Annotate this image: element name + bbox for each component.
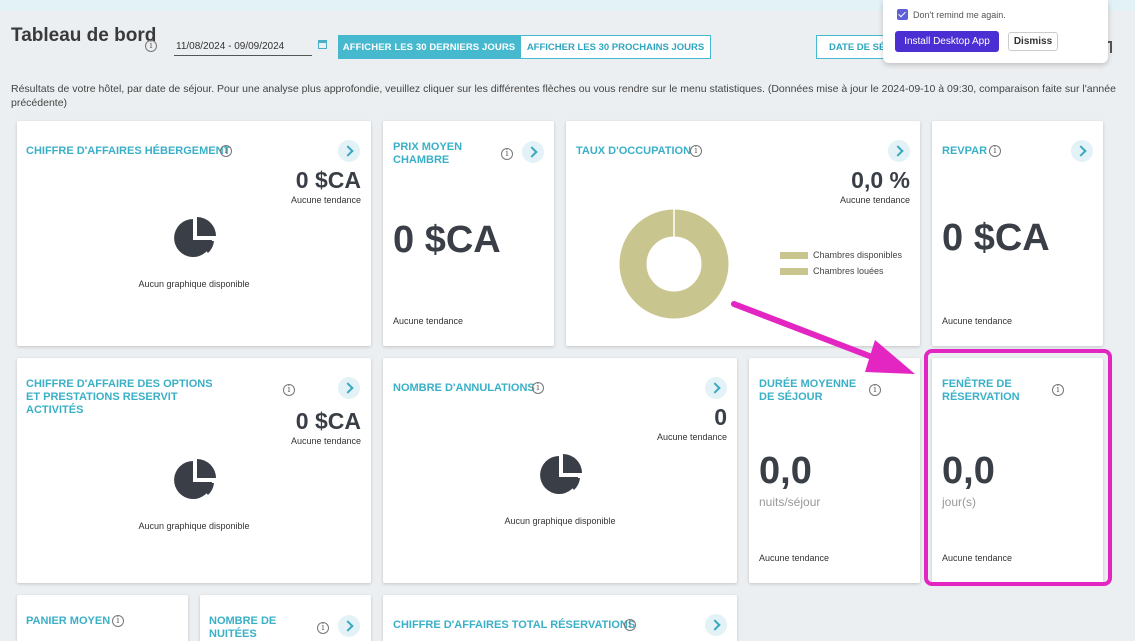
card-title: CHIFFRE D'AFFAIRES TOTAL RÉSERVATIONS xyxy=(393,619,636,631)
card-value: 0 $CA xyxy=(942,217,1050,259)
card-ca-total: CHIFFRE D'AFFAIRES TOTAL RÉSERVATIONS i xyxy=(383,595,737,641)
title-info-icon[interactable]: i xyxy=(145,40,157,52)
card-value: 0 $CA xyxy=(393,219,501,261)
card-title: NOMBRE DE NUITÉES xyxy=(209,615,277,640)
date-type-button[interactable]: DATE DE SÉJOUR xyxy=(816,35,886,59)
page-title: Tableau de bord xyxy=(11,25,157,46)
highlight-box xyxy=(924,349,1112,586)
info-icon[interactable]: i xyxy=(624,619,636,631)
chevron-right-icon[interactable] xyxy=(338,140,360,162)
info-icon[interactable]: i xyxy=(112,615,124,627)
card-value: 0 $CA xyxy=(295,408,361,434)
pie-chart-icon xyxy=(540,454,582,494)
card-ca-options: CHIFFRE D'AFFAIRE DES OPTIONS ET PRESTAT… xyxy=(17,358,371,583)
dashboard-description: Résultats de votre hôtel, par date de sé… xyxy=(11,83,1116,109)
no-chart-text: Aucun graphique disponible xyxy=(138,279,250,289)
date-range-input[interactable] xyxy=(174,37,312,56)
chevron-right-icon[interactable] xyxy=(705,614,727,636)
card-trend: Aucune tendance xyxy=(656,432,727,442)
legend-label: Chambres louées xyxy=(813,266,884,276)
chevron-right-icon[interactable] xyxy=(705,377,727,399)
card-title: PRIX MOYEN CHAMBRE xyxy=(393,141,463,166)
info-icon[interactable]: i xyxy=(220,145,232,157)
info-icon[interactable]: i xyxy=(501,148,513,160)
card-prix-moyen: PRIX MOYEN CHAMBRE i 0 $CA Aucune tendan… xyxy=(383,121,554,346)
card-title: CHIFFRE D'AFFAIRES HÉBERGEMENT xyxy=(26,145,231,157)
card-trend: Aucune tendance xyxy=(290,436,361,446)
dont-remind-checkbox[interactable] xyxy=(897,9,908,20)
legend-swatch xyxy=(780,268,808,275)
card-title: TAUX D'OCCUPATION xyxy=(576,145,692,157)
install-desktop-app-button[interactable]: Install Desktop App xyxy=(895,31,999,52)
pie-chart-icon xyxy=(174,459,216,499)
card-value: 0,0 % xyxy=(851,167,910,193)
dont-remind-label: Don't remind me again. xyxy=(913,10,1006,20)
next-30-days-button[interactable]: AFFICHER LES 30 PROCHAINS JOURS xyxy=(520,35,711,59)
card-nombre-nuitees: NOMBRE DE NUITÉES i xyxy=(200,595,371,641)
legend-swatch xyxy=(780,252,808,259)
card-title: NOMBRE D'ANNULATIONS xyxy=(393,382,535,394)
info-icon[interactable]: i xyxy=(317,622,329,634)
card-duree-sejour: DURÉE MOYENNE DE SÉJOUR i 0,0 nuits/séjo… xyxy=(749,358,920,583)
card-annulations: NOMBRE D'ANNULATIONS i 0 Aucune tendance… xyxy=(383,358,737,583)
info-icon[interactable]: i xyxy=(283,384,295,396)
card-unit: nuits/séjour xyxy=(759,495,821,509)
card-revpar: REVPAR i 0 $CA Aucune tendance xyxy=(932,121,1103,346)
chevron-right-icon[interactable] xyxy=(888,140,910,162)
card-trend: Aucune tendance xyxy=(393,316,464,326)
card-ca-hebergement: CHIFFRE D'AFFAIRES HÉBERGEMENT i 0 $CA A… xyxy=(17,121,371,346)
info-icon[interactable]: i xyxy=(869,384,881,396)
card-trend: Aucune tendance xyxy=(759,553,830,563)
occupancy-donut-chart xyxy=(619,209,729,319)
no-chart-text: Aucun graphique disponible xyxy=(138,521,250,531)
card-title: REVPAR xyxy=(942,145,988,157)
chevron-right-icon[interactable] xyxy=(522,141,544,163)
info-icon[interactable]: i xyxy=(690,145,702,157)
card-value: 0 xyxy=(714,404,727,430)
pie-chart-icon xyxy=(174,217,216,257)
last-30-days-button[interactable]: AFFICHER LES 30 DERNIERS JOURS xyxy=(338,35,520,59)
chevron-right-icon[interactable] xyxy=(1071,140,1093,162)
card-panier-moyen: PANIER MOYEN i xyxy=(17,595,188,641)
no-chart-text: Aucun graphique disponible xyxy=(504,516,616,526)
card-title: DURÉE MOYENNE DE SÉJOUR xyxy=(759,378,857,403)
card-trend: Aucune tendance xyxy=(290,195,361,205)
chevron-right-icon[interactable] xyxy=(338,377,360,399)
card-trend: Aucune tendance xyxy=(942,316,1013,326)
card-title: PANIER MOYEN xyxy=(26,615,111,627)
card-title: CHIFFRE D'AFFAIRE DES OPTIONS ET PRESTAT… xyxy=(26,378,213,416)
info-icon[interactable]: i xyxy=(989,145,1001,157)
annotation-arrow xyxy=(731,301,915,374)
card-value: 0,0 xyxy=(759,450,812,492)
chevron-right-icon[interactable] xyxy=(338,615,360,637)
dismiss-button[interactable]: Dismiss xyxy=(1008,32,1058,51)
install-app-popup: Don't remind me again. Install Desktop A… xyxy=(883,0,1108,63)
card-value: 0 $CA xyxy=(295,167,361,193)
calendar-icon[interactable] xyxy=(318,40,327,49)
card-trend: Aucune tendance xyxy=(839,195,910,205)
info-icon[interactable]: i xyxy=(532,382,544,394)
legend-label: Chambres disponibles xyxy=(813,250,903,260)
